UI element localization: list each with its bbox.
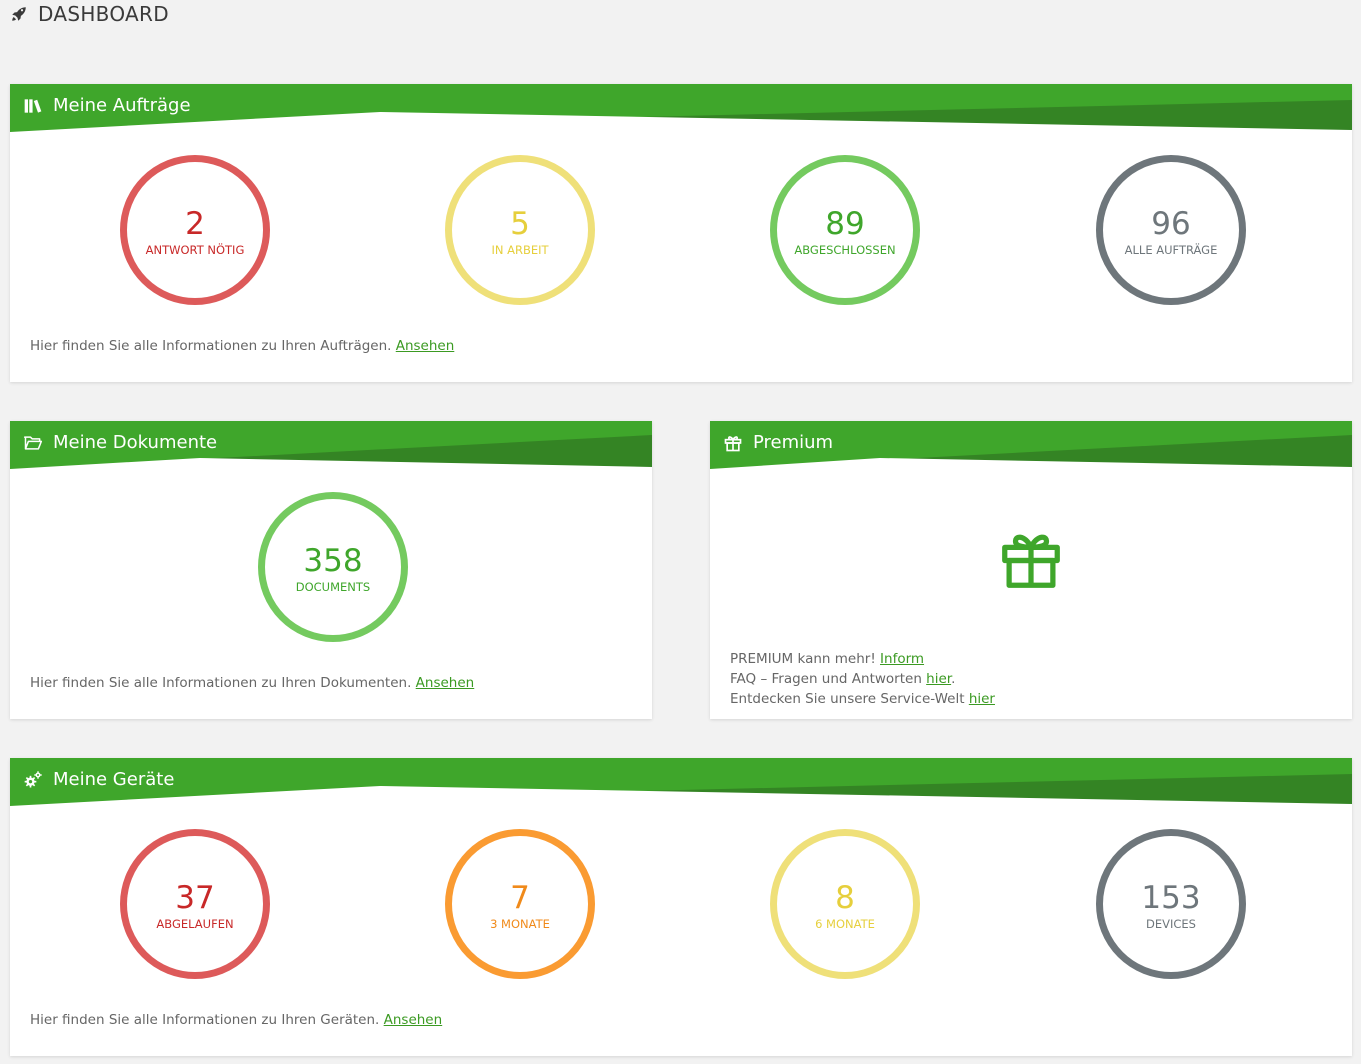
ansehen-link[interactable]: Ansehen bbox=[416, 675, 475, 691]
stat-value: 5 bbox=[510, 206, 530, 242]
stat-label: 6 MONATE bbox=[815, 917, 875, 931]
stat-value: 89 bbox=[825, 206, 865, 242]
inform-link[interactable]: Inform bbox=[880, 651, 924, 667]
gift-icon bbox=[724, 435, 742, 451]
premium-info: PREMIUM kann mehr! Inform FAQ – Fragen u… bbox=[730, 649, 995, 709]
stat-value: 37 bbox=[175, 880, 215, 916]
premium-line-1: PREMIUM kann mehr! Inform bbox=[730, 651, 925, 667]
ansehen-link[interactable]: Ansehen bbox=[384, 1012, 443, 1028]
card-dokumente: Meine Dokumente 358 DOCUMENTS Hier finde… bbox=[10, 421, 652, 719]
stat-documents[interactable]: 358 DOCUMENTS bbox=[258, 492, 408, 642]
card-header: Meine Aufträge bbox=[10, 84, 1352, 132]
page-header: DASHBOARD bbox=[10, 2, 169, 26]
stat-3-monate[interactable]: 7 3 MONATE bbox=[445, 829, 595, 979]
card-header: Meine Geräte bbox=[10, 758, 1352, 806]
card-premium: Premium PREMIUM kann mehr! Inform FAQ – … bbox=[710, 421, 1352, 719]
premium-line-2: FAQ – Fragen und Antworten hier. bbox=[730, 671, 956, 687]
stat-6-monate[interactable]: 8 6 MONATE bbox=[770, 829, 920, 979]
stat-label: ALLE AUFTRÄGE bbox=[1124, 243, 1218, 257]
stat-abgelaufen[interactable]: 37 ABGELAUFEN bbox=[120, 829, 270, 979]
faq-link[interactable]: hier bbox=[926, 671, 951, 687]
card-title: Meine Geräte bbox=[23, 769, 174, 790]
stat-label: ANTWORT NÖTIG bbox=[145, 243, 245, 257]
card-title: Premium bbox=[723, 432, 833, 453]
stat-label: ABGELAUFEN bbox=[156, 917, 234, 931]
stat-value: 358 bbox=[303, 543, 363, 579]
stat-label: DOCUMENTS bbox=[295, 580, 371, 594]
card-geraete: Meine Geräte 37 ABGELAUFEN 7 3 MONATE 8 … bbox=[10, 758, 1352, 1056]
stat-label: 3 MONATE bbox=[490, 917, 550, 931]
stat-antwort-noetig[interactable]: 2 ANTWORT NÖTIG bbox=[120, 155, 270, 305]
stat-abgeschlossen[interactable]: 89 ABGESCHLOSSEN bbox=[770, 155, 920, 305]
stat-label: DEVICES bbox=[1146, 917, 1196, 931]
rocket-icon bbox=[12, 7, 26, 21]
stat-alle-auftraege[interactable]: 96 ALLE AUFTRÄGE bbox=[1096, 155, 1246, 305]
stat-value: 96 bbox=[1151, 206, 1191, 242]
info-text: Hier finden Sie alle Informationen zu Ih… bbox=[30, 1012, 443, 1028]
stat-value: 7 bbox=[510, 880, 530, 916]
page-title: DASHBOARD bbox=[38, 2, 169, 26]
card-title: Meine Aufträge bbox=[23, 95, 191, 116]
folder-open-icon bbox=[23, 435, 43, 450]
card-auftraege: Meine Aufträge 2 ANTWORT NÖTIG 5 IN ARBE… bbox=[10, 84, 1352, 382]
stat-value: 2 bbox=[185, 206, 205, 242]
ansehen-link[interactable]: Ansehen bbox=[396, 338, 455, 354]
stat-label: ABGESCHLOSSEN bbox=[794, 243, 896, 257]
stat-value: 8 bbox=[835, 880, 855, 916]
gift-icon bbox=[1002, 534, 1060, 588]
card-header: Premium bbox=[710, 421, 1352, 469]
stat-label: IN ARBEIT bbox=[491, 243, 549, 257]
card-title: Meine Dokumente bbox=[23, 432, 217, 453]
stat-in-arbeit[interactable]: 5 IN ARBEIT bbox=[445, 155, 595, 305]
premium-line-3: Entdecken Sie unsere Service-Welt hier bbox=[730, 691, 995, 707]
stat-devices[interactable]: 153 DEVICES bbox=[1096, 829, 1246, 979]
card-header: Meine Dokumente bbox=[10, 421, 652, 469]
books-icon bbox=[24, 98, 42, 113]
info-text: Hier finden Sie alle Informationen zu Ih… bbox=[30, 338, 455, 354]
cogs-icon bbox=[24, 770, 42, 787]
service-welt-link[interactable]: hier bbox=[969, 691, 995, 707]
stat-value: 153 bbox=[1141, 880, 1201, 916]
info-text: Hier finden Sie alle Informationen zu Ih… bbox=[30, 675, 475, 691]
